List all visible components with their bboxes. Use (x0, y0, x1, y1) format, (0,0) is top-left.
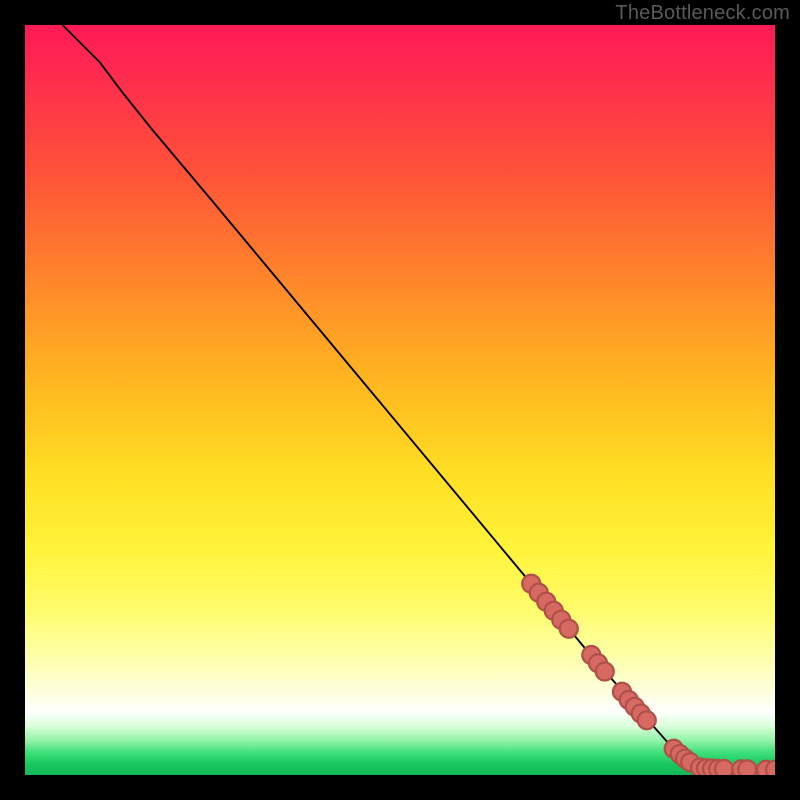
plot-area (25, 25, 775, 775)
marker-dot (738, 760, 756, 775)
curve-layer (25, 25, 775, 775)
marker-dot (638, 711, 656, 729)
watermark-text: TheBottleneck.com (615, 2, 790, 25)
marker-dot (560, 620, 578, 638)
highlight-markers (522, 575, 775, 775)
marker-dot (715, 760, 733, 775)
bottleneck-curve (63, 25, 776, 770)
marker-dot (596, 663, 614, 681)
chart-frame: TheBottleneck.com (0, 0, 800, 800)
